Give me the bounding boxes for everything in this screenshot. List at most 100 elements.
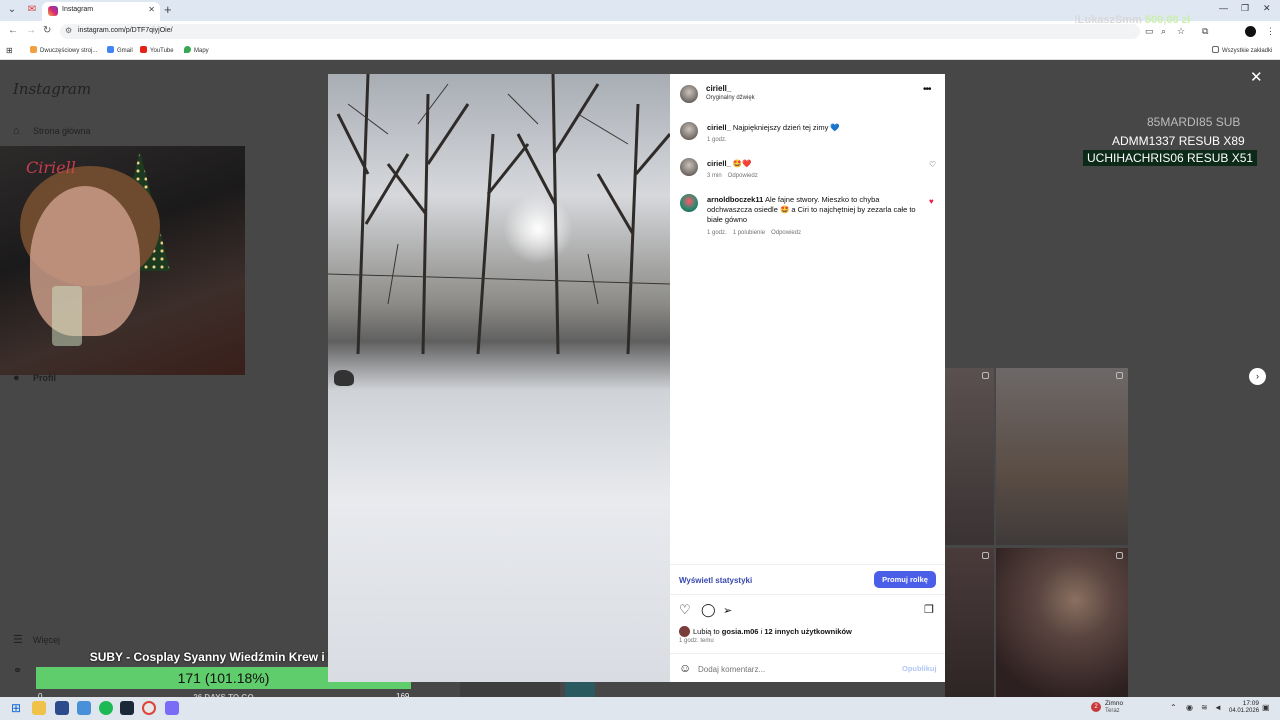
tray-app-icon[interactable]: ◉: [1186, 703, 1193, 712]
comment-user[interactable]: arnoldboczek11: [707, 195, 763, 204]
sub-alert: 85MARDI85 SUB: [1147, 115, 1241, 129]
sidebar-item-more[interactable]: ☰ Więcej: [13, 633, 60, 646]
neon-sign: Ciriell: [26, 158, 76, 177]
likes-summary[interactable]: Lubią to gosia.m06 i 12 innych użytkowni…: [693, 627, 852, 636]
sidebar-item-home[interactable]: ⌂ Strona główna: [13, 125, 91, 137]
menu-icon[interactable]: ⋮: [1266, 26, 1275, 37]
grid-post[interactable]: [996, 548, 1128, 697]
comment: ciriell_ 🤩❤️: [707, 159, 922, 169]
view-stats-link[interactable]: Wyświetl statystyki: [679, 576, 752, 585]
emoji-icon[interactable]: ☺: [679, 661, 691, 675]
like-heart-icon[interactable]: ♡: [679, 602, 691, 618]
close-tab-icon[interactable]: ✕: [148, 5, 155, 14]
post-audio[interactable]: Oryginalny dźwięk: [706, 95, 755, 101]
reply-link[interactable]: Odpowiedz: [771, 230, 801, 236]
comment-avatar[interactable]: [680, 158, 698, 176]
like-comment-heart-icon[interactable]: ♡: [929, 160, 936, 169]
bookmark-item[interactable]: Dwuczęściowy stroj...: [30, 46, 97, 54]
save-bookmark-icon[interactable]: ❐: [924, 603, 934, 616]
volume-icon[interactable]: ◄: [1214, 703, 1222, 712]
sidebar-item-meta[interactable]: ⚭: [13, 664, 33, 677]
bookmark-youtube[interactable]: YouTube: [140, 46, 174, 54]
apps-icon[interactable]: ⊞: [6, 46, 13, 55]
forward-button[interactable]: →: [26, 25, 36, 36]
grid-post[interactable]: [460, 682, 560, 697]
divider: [670, 594, 945, 595]
comment-input[interactable]: [698, 663, 888, 675]
comment-avatar[interactable]: [680, 122, 698, 140]
folder-icon: [1212, 46, 1219, 53]
bookmark-star-icon[interactable]: ☆: [1177, 26, 1185, 37]
comment-user[interactable]: ciriell_: [707, 123, 731, 132]
bookmark-maps[interactable]: Mapy: [184, 46, 209, 54]
instagram-logo[interactable]: Instagram: [13, 80, 91, 98]
omnibox[interactable]: ⚙ instagram.com/p/DTF7qiyjOie/: [60, 24, 1140, 39]
app-icon[interactable]: [55, 701, 69, 715]
publish-button[interactable]: Opublikuj: [902, 664, 937, 673]
promote-reel-button[interactable]: Promuj rolkę: [874, 571, 936, 588]
file-explorer-icon[interactable]: [32, 701, 46, 715]
weather-sub[interactable]: Teraz: [1105, 708, 1120, 714]
obs-icon[interactable]: [165, 701, 179, 715]
liker-user[interactable]: gosia.m06: [722, 627, 759, 636]
windows-start-icon[interactable]: ⊞: [9, 701, 23, 715]
site-info-icon[interactable]: ⚙: [65, 26, 72, 35]
gmail-tab-icon[interactable]: ✉: [24, 3, 40, 17]
photos-icon[interactable]: [77, 701, 91, 715]
post-video[interactable]: [328, 74, 670, 682]
url-text[interactable]: instagram.com/p/DTF7qiyjOie/: [78, 27, 173, 34]
share-send-icon[interactable]: ➢: [723, 604, 732, 617]
zoom-icon[interactable]: ⌕: [1161, 26, 1166, 37]
more-options-icon[interactable]: •••: [923, 84, 931, 95]
restore-button[interactable]: ❐: [1241, 3, 1249, 14]
grid-post[interactable]: [996, 368, 1128, 545]
chrome-icon[interactable]: [142, 701, 156, 715]
tab-search-icon[interactable]: ⌄: [4, 3, 20, 17]
grid-post[interactable]: [945, 548, 994, 697]
steam-icon[interactable]: [120, 701, 134, 715]
close-window-button[interactable]: ✕: [1263, 3, 1271, 14]
sidebar-item-profile[interactable]: ● Profil: [13, 372, 56, 384]
extensions-icon[interactable]: ⧉: [1202, 26, 1208, 37]
bookmark-gmail[interactable]: Gmail: [107, 46, 133, 54]
author-avatar[interactable]: [680, 85, 698, 103]
minimize-button[interactable]: —: [1219, 3, 1228, 13]
likes-others[interactable]: 12 innych użytkowników: [764, 627, 852, 636]
back-button[interactable]: ←: [8, 25, 18, 36]
cast-icon[interactable]: ▭: [1145, 26, 1154, 37]
reply-link[interactable]: Odpowiedz: [728, 173, 758, 179]
comment-text: Najpiękniejszy dzień tej zimy 💙: [732, 123, 840, 132]
all-bookmarks[interactable]: Wszystkie zakładki: [1212, 46, 1272, 54]
next-post-button[interactable]: ›: [1249, 368, 1266, 385]
post-author[interactable]: ciriell_: [706, 84, 731, 93]
grid-post[interactable]: [565, 682, 595, 697]
sub-alert: UCHIHACHRIS06 RESUB X51: [1083, 150, 1258, 166]
tray-chevron-icon[interactable]: ⌃: [1170, 703, 1177, 712]
clock-date[interactable]: 04.01.2026: [1229, 708, 1259, 714]
comment-avatar[interactable]: [680, 194, 698, 212]
liker-avatar[interactable]: [679, 626, 690, 637]
comment-user[interactable]: ciriell_: [707, 159, 731, 168]
comment-likes[interactable]: 1 polubienie: [733, 230, 765, 236]
profile-avatar[interactable]: [1245, 26, 1256, 37]
reel-icon: [1116, 372, 1123, 379]
comment-bubble-icon[interactable]: ◯: [701, 602, 716, 618]
wifi-icon[interactable]: ≋: [1201, 703, 1208, 712]
weather-temp[interactable]: Zimno: [1105, 700, 1123, 707]
wine-glass: [52, 286, 82, 346]
post-panel: ciriell_ Oryginalny dźwięk ••• ciriell_ …: [670, 74, 945, 682]
hamburger-icon: ☰: [13, 634, 23, 646]
profile-icon: ●: [13, 372, 20, 384]
notifications-icon[interactable]: ▣: [1262, 703, 1270, 712]
reload-button[interactable]: ↻: [43, 25, 51, 36]
spotify-icon[interactable]: [99, 701, 113, 715]
clock-time[interactable]: 17:09: [1229, 700, 1259, 707]
liked-heart-icon[interactable]: ♥: [929, 197, 934, 206]
bookmarks-bar: ⊞ Dwuczęściowy stroj... Gmail YouTube Ma…: [0, 42, 1280, 60]
new-tab-button[interactable]: +: [164, 2, 172, 17]
home-icon: ⌂: [13, 125, 20, 137]
grid-post[interactable]: [945, 368, 994, 545]
tab-instagram[interactable]: Instagram ✕: [42, 2, 160, 21]
comment-time: 1 godz.: [707, 230, 727, 236]
close-modal-button[interactable]: ✕: [1250, 68, 1263, 86]
